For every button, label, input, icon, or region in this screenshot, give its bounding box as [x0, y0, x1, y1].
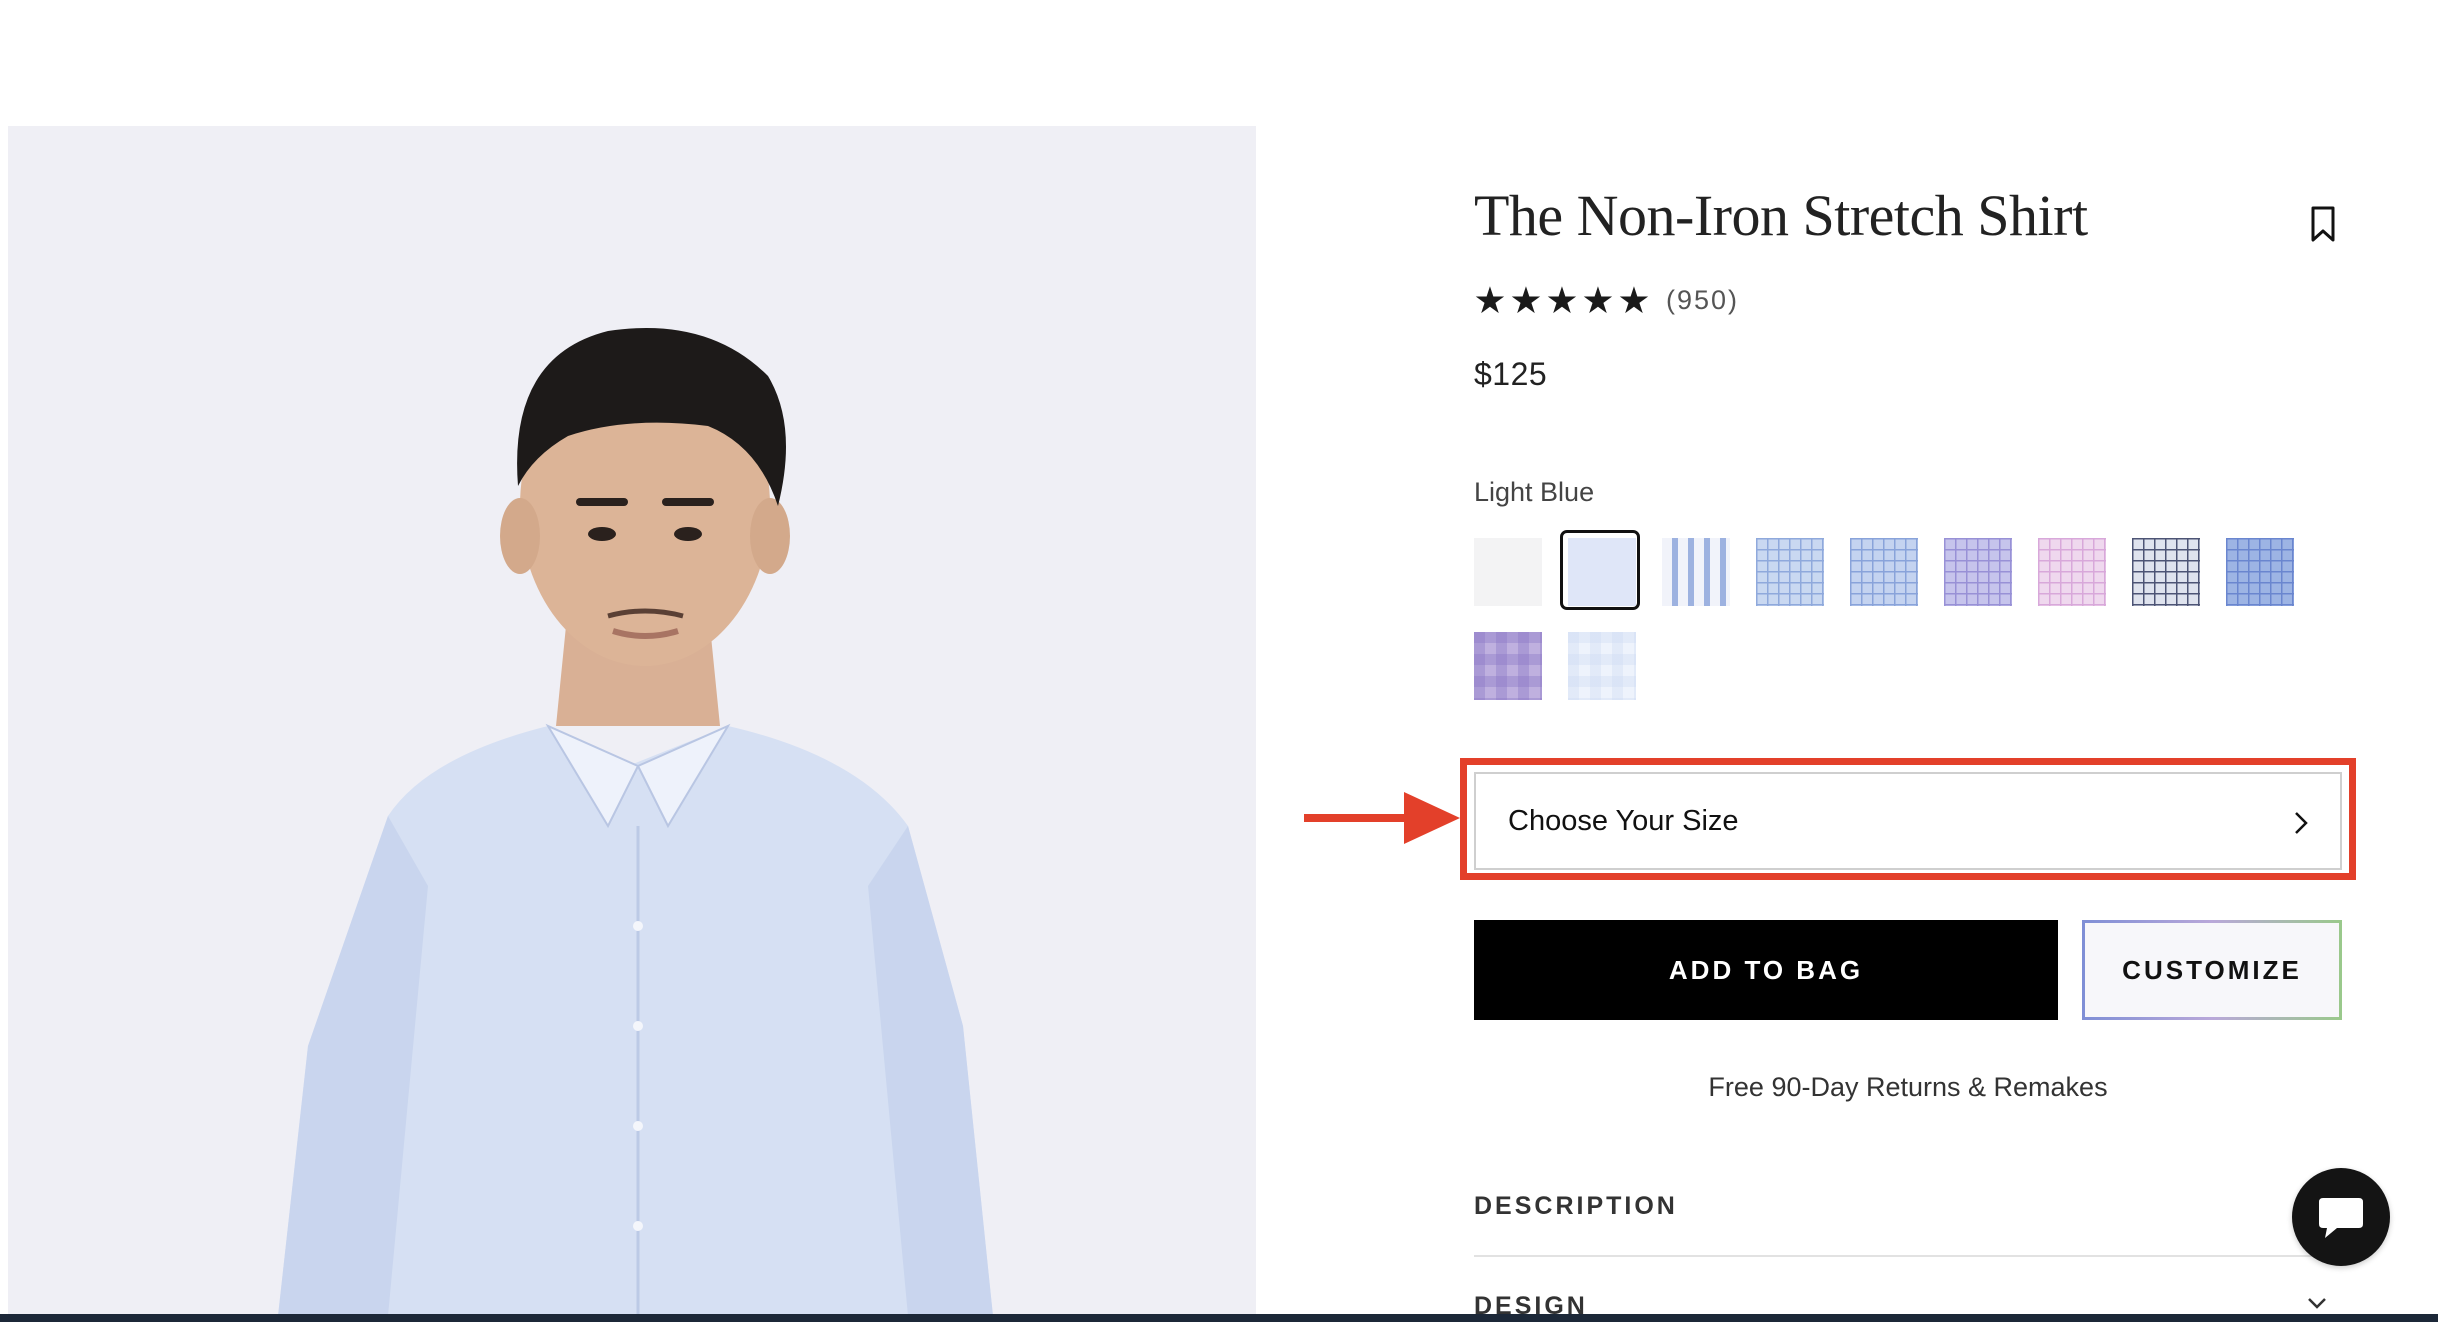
- swatch-light-blue[interactable]: [1560, 530, 1640, 610]
- arrow-right-icon: [1304, 792, 1460, 844]
- accordion-divider: [1474, 1255, 2342, 1257]
- footer-strip: [0, 1314, 2438, 1322]
- bookmark-icon[interactable]: [2306, 204, 2340, 244]
- swatch-white[interactable]: [1474, 538, 1542, 606]
- add-to-bag-button[interactable]: ADD TO BAG: [1474, 920, 2058, 1020]
- swatch-blue-stripe[interactable]: [1662, 538, 1730, 606]
- star-icon: ★: [1545, 279, 1579, 321]
- swatch-blue-windowpane[interactable]: [2226, 538, 2294, 606]
- swatch-navy-check[interactable]: [2132, 538, 2200, 606]
- swatch-light-blue-gingham[interactable]: [1568, 632, 1636, 700]
- product-title: The Non-Iron Stretch Shirt: [1474, 183, 2088, 248]
- chevron-right-icon: [2295, 812, 2308, 834]
- swatch-blue-check[interactable]: [1756, 538, 1824, 606]
- swatch-pink-check[interactable]: [2038, 538, 2106, 606]
- accordion-description[interactable]: DESCRIPTION: [1474, 1192, 1678, 1221]
- chat-bubble-icon: [2319, 1198, 2363, 1238]
- returns-note: Free 90-Day Returns & Remakes: [1708, 1072, 2108, 1102]
- size-selector[interactable]: Choose Your Size: [1474, 772, 2342, 870]
- product-price: $125: [1474, 356, 1548, 392]
- chat-button[interactable]: [2292, 1168, 2390, 1266]
- chevron-down-icon[interactable]: [2306, 1296, 2328, 1310]
- swatch-blue-grid[interactable]: [1850, 538, 1918, 606]
- size-selector-label: Choose Your Size: [1508, 804, 1739, 837]
- accordion-design[interactable]: DESIGN: [1474, 1292, 1588, 1321]
- model-illustration: [278, 328, 993, 1316]
- star-icon: ★: [1617, 279, 1651, 321]
- star-icon: ★: [1581, 279, 1615, 321]
- swatch-purple-check[interactable]: [1944, 538, 2012, 606]
- product-photo[interactable]: [8, 126, 1256, 1316]
- review-count-link[interactable]: (950): [1666, 285, 1739, 316]
- selected-color-label: Light Blue: [1474, 477, 1595, 507]
- customize-button[interactable]: CUSTOMIZE: [2082, 920, 2342, 1020]
- star-icon: ★: [1509, 279, 1543, 321]
- star-icon: ★: [1473, 279, 1507, 321]
- product-rating[interactable]: ★ ★ ★ ★ ★ (950): [1472, 278, 1739, 322]
- swatch-lavender-gingham[interactable]: [1474, 632, 1542, 700]
